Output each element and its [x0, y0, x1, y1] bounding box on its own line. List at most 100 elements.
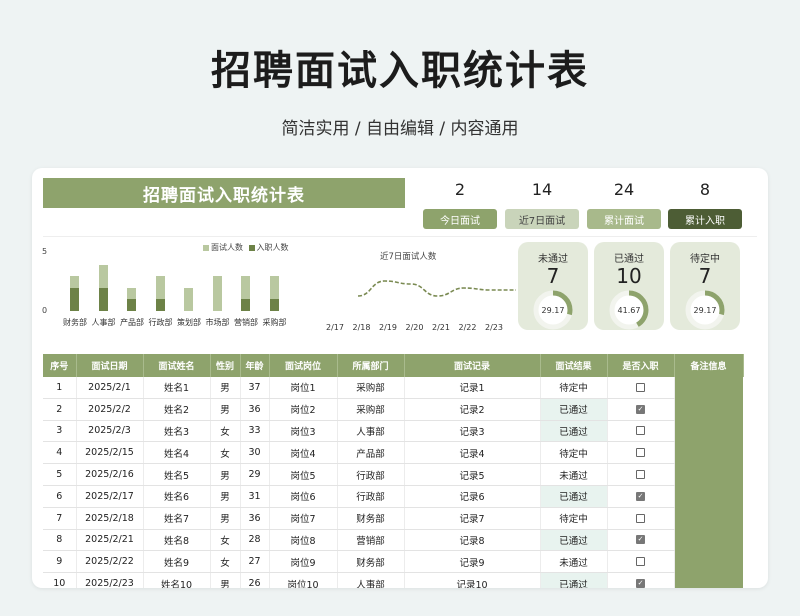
table-cell[interactable]: 3: [43, 420, 77, 443]
table-cell[interactable]: 产品部: [337, 441, 405, 465]
table-cell[interactable]: 10: [43, 572, 77, 588]
hired-checkbox-cell[interactable]: ✓: [607, 485, 675, 508]
remark-cell[interactable]: [674, 441, 743, 465]
table-cell[interactable]: 已通过: [540, 398, 608, 421]
hired-checkbox-cell[interactable]: ✓: [607, 572, 675, 588]
remark-cell[interactable]: [674, 485, 743, 508]
table-cell[interactable]: 采购部: [337, 377, 405, 399]
table-cell[interactable]: 男: [210, 463, 241, 486]
hired-checkbox-cell[interactable]: [607, 420, 675, 443]
table-cell[interactable]: 姓名9: [143, 550, 211, 574]
table-row[interactable]: 7 2025/2/18 姓名7 男 36 岗位7 财务部 记录7 待定中: [43, 507, 743, 530]
table-cell[interactable]: 5: [43, 463, 77, 486]
table-cell[interactable]: 记录2: [404, 398, 541, 421]
table-cell[interactable]: 记录9: [404, 550, 541, 574]
hired-checkbox[interactable]: ✓: [636, 491, 645, 501]
remark-cell[interactable]: [674, 420, 743, 443]
table-cell[interactable]: 30: [240, 441, 270, 465]
table-cell[interactable]: 1: [43, 377, 77, 399]
hired-checkbox[interactable]: [636, 513, 645, 523]
table-cell[interactable]: 33: [240, 420, 270, 443]
table-cell[interactable]: 岗位10: [269, 572, 338, 588]
table-cell[interactable]: 2025/2/15: [76, 441, 144, 465]
remark-cell[interactable]: [674, 463, 743, 486]
table-cell[interactable]: 已通过: [540, 485, 608, 508]
table-cell[interactable]: 营销部: [337, 529, 405, 552]
table-cell[interactable]: 人事部: [337, 420, 405, 443]
table-cell[interactable]: 姓名8: [143, 529, 211, 552]
hired-checkbox[interactable]: ✓: [636, 579, 645, 588]
stat-week-button[interactable]: 近7日面试: [505, 209, 579, 229]
stat-today-button[interactable]: 今日面试: [423, 209, 497, 229]
table-cell[interactable]: 行政部: [337, 463, 405, 486]
table-cell[interactable]: 采购部: [337, 398, 405, 421]
table-cell[interactable]: 待定中: [540, 377, 608, 399]
table-cell[interactable]: 记录3: [404, 420, 541, 443]
table-cell[interactable]: 岗位5: [269, 463, 338, 486]
remark-cell[interactable]: [674, 398, 743, 421]
remark-cell[interactable]: [674, 550, 743, 574]
table-cell[interactable]: 2025/2/21: [76, 529, 144, 552]
hired-checkbox[interactable]: [636, 448, 645, 458]
table-cell[interactable]: 男: [210, 507, 241, 530]
table-cell[interactable]: 27: [240, 550, 270, 574]
stat-total-button[interactable]: 累计面试: [587, 209, 661, 229]
table-row[interactable]: 9 2025/2/22 姓名9 女 27 岗位9 财务部 记录9 未通过: [43, 550, 743, 574]
hired-checkbox[interactable]: [636, 382, 645, 392]
hired-checkbox[interactable]: ✓: [636, 404, 645, 414]
table-cell[interactable]: 姓名7: [143, 507, 211, 530]
hired-checkbox[interactable]: [636, 426, 645, 436]
table-cell[interactable]: 2025/2/22: [76, 550, 144, 574]
table-cell[interactable]: 2025/2/16: [76, 463, 144, 486]
table-cell[interactable]: 财务部: [337, 550, 405, 574]
table-cell[interactable]: 2025/2/1: [76, 377, 144, 399]
table-cell[interactable]: 女: [210, 550, 241, 574]
hired-checkbox-cell[interactable]: ✓: [607, 398, 675, 421]
table-cell[interactable]: 2: [43, 398, 77, 421]
table-cell[interactable]: 6: [43, 485, 77, 508]
table-cell[interactable]: 姓名3: [143, 420, 211, 443]
table-cell[interactable]: 记录10: [404, 572, 541, 588]
table-cell[interactable]: 姓名6: [143, 485, 211, 508]
table-cell[interactable]: 岗位4: [269, 441, 338, 465]
table-cell[interactable]: 36: [240, 398, 270, 421]
table-cell[interactable]: 26: [240, 572, 270, 588]
remark-cell[interactable]: [674, 572, 743, 588]
table-cell[interactable]: 岗位7: [269, 507, 338, 530]
table-cell[interactable]: 岗位1: [269, 377, 338, 399]
table-cell[interactable]: 2025/2/23: [76, 572, 144, 588]
remark-cell[interactable]: [674, 529, 743, 552]
table-cell[interactable]: 记录5: [404, 463, 541, 486]
table-cell[interactable]: 姓名10: [143, 572, 211, 588]
table-cell[interactable]: 姓名2: [143, 398, 211, 421]
table-cell[interactable]: 7: [43, 507, 77, 530]
table-cell[interactable]: 女: [210, 529, 241, 552]
table-cell[interactable]: 记录4: [404, 441, 541, 465]
table-row[interactable]: 8 2025/2/21 姓名8 女 28 岗位8 营销部 记录8 已通过 ✓: [43, 529, 743, 552]
hired-checkbox-cell[interactable]: [607, 550, 675, 574]
table-cell[interactable]: 岗位8: [269, 529, 338, 552]
table-cell[interactable]: 女: [210, 420, 241, 443]
table-row[interactable]: 4 2025/2/15 姓名4 女 30 岗位4 产品部 记录4 待定中: [43, 441, 743, 465]
table-cell[interactable]: 29: [240, 463, 270, 486]
table-cell[interactable]: 已通过: [540, 529, 608, 552]
table-cell[interactable]: 记录7: [404, 507, 541, 530]
table-row[interactable]: 3 2025/2/3 姓名3 女 33 岗位3 人事部 记录3 已通过: [43, 420, 743, 443]
table-row[interactable]: 6 2025/2/17 姓名6 男 31 岗位6 行政部 记录6 已通过 ✓: [43, 485, 743, 508]
stat-hired-button[interactable]: 累计入职: [668, 209, 742, 229]
hired-checkbox[interactable]: [636, 557, 645, 567]
table-row[interactable]: 10 2025/2/23 姓名10 男 26 岗位10 人事部 记录10 已通过 ✓: [43, 572, 743, 588]
table-cell[interactable]: 岗位3: [269, 420, 338, 443]
table-cell[interactable]: 36: [240, 507, 270, 530]
table-cell[interactable]: 28: [240, 529, 270, 552]
table-cell[interactable]: 姓名5: [143, 463, 211, 486]
table-cell[interactable]: 财务部: [337, 507, 405, 530]
table-cell[interactable]: 男: [210, 377, 241, 399]
table-row[interactable]: 1 2025/2/1 姓名1 男 37 岗位1 采购部 记录1 待定中: [43, 377, 743, 399]
table-cell[interactable]: 2025/2/18: [76, 507, 144, 530]
table-cell[interactable]: 2025/2/2: [76, 398, 144, 421]
table-cell[interactable]: 记录6: [404, 485, 541, 508]
hired-checkbox-cell[interactable]: [607, 463, 675, 486]
hired-checkbox[interactable]: ✓: [636, 535, 645, 545]
table-cell[interactable]: 女: [210, 441, 241, 465]
